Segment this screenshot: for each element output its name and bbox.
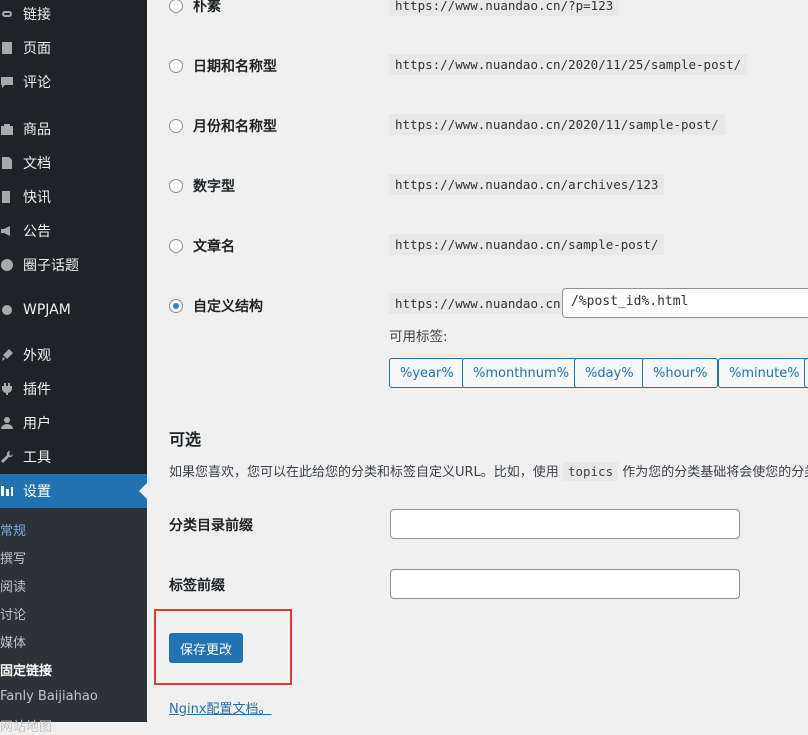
example-url-plain: https://www.nuandao.cn/?p=123 — [389, 0, 620, 16]
submenu-permalinks[interactable]: 固定链接 — [0, 660, 52, 679]
permalink-option-month-name[interactable]: 月份和名称型 — [169, 116, 277, 136]
optional-section-title: 可选 — [169, 430, 202, 449]
sidebar-item-plugins[interactable]: 插件 — [0, 372, 147, 406]
brush-icon — [0, 348, 14, 362]
submenu-sitemap[interactable]: 网站地图 — [0, 716, 52, 735]
custom-structure-prefix: https://www.nuandao.cn — [389, 293, 567, 314]
sidebar-item-shop[interactable]: 商品 — [0, 112, 147, 146]
sidebar-item-pages[interactable]: 页面 — [0, 31, 147, 65]
nginx-docs-link-text[interactable]: Nginx配置文档 — [169, 702, 259, 717]
example-url-month-name: https://www.nuandao.cn/2020/11/sample-po… — [389, 114, 725, 135]
sidebar-item-label: 文档 — [23, 156, 51, 172]
nginx-docs-link[interactable]: Nginx配置文档。 — [169, 698, 272, 717]
doc-icon — [0, 156, 14, 170]
submenu-baijiahao[interactable]: Fanly Baijiahao — [0, 689, 98, 704]
sidebar-item-label: 插件 — [23, 382, 51, 398]
sidebar-item-label: 工具 — [23, 450, 51, 466]
sidebar-item-label: 快讯 — [23, 190, 51, 206]
permalink-option-numeric[interactable]: 数字型 — [169, 176, 235, 196]
sidebar-item-docs[interactable]: 文档 — [0, 146, 147, 180]
option-label: 月份和名称型 — [193, 119, 277, 135]
option-label: 数字型 — [193, 179, 235, 195]
permalink-option-post-name[interactable]: 文章名 — [169, 236, 235, 256]
option-label: 日期和名称型 — [193, 59, 277, 75]
sidebar-item-users[interactable]: 用户 — [0, 406, 147, 440]
tag-button-more[interactable]: % — [804, 358, 808, 388]
tag-button-year[interactable]: %year% — [389, 358, 465, 388]
desc-inline-code: topics — [562, 462, 619, 481]
radio-plain[interactable] — [169, 0, 183, 13]
flash-icon — [0, 190, 14, 204]
tag-button-day[interactable]: %day% — [574, 358, 645, 388]
option-label: 文章名 — [193, 239, 235, 255]
radio-day-name[interactable] — [169, 59, 183, 73]
option-label: 自定义结构 — [193, 299, 263, 315]
sidebar-item-label: 链接 — [23, 7, 51, 23]
sidebar-item-tools[interactable]: 工具 — [0, 440, 147, 474]
category-base-label: 分类目录前缀 — [169, 518, 253, 534]
submenu-general[interactable]: 常规 — [0, 520, 26, 539]
tag-base-input[interactable] — [390, 569, 740, 599]
radio-month-name[interactable] — [169, 119, 183, 133]
plugin-icon — [0, 382, 14, 396]
example-url-post-name: https://www.nuandao.cn/sample-post/ — [389, 234, 665, 255]
sidebar-item-flash[interactable]: 快讯 — [0, 180, 147, 214]
tag-base-label: 标签前缀 — [169, 578, 225, 594]
submenu-reading[interactable]: 阅读 — [0, 576, 26, 595]
sidebar-item-circles[interactable]: 圈子话题 — [0, 248, 147, 282]
available-tags-label: 可用标签: — [389, 329, 448, 345]
example-url-numeric: https://www.nuandao.cn/archives/123 — [389, 174, 665, 195]
radio-custom[interactable] — [169, 299, 183, 313]
sidebar-item-label: WPJAM — [23, 302, 71, 318]
sidebar-item-settings[interactable]: 设置 — [0, 474, 147, 508]
sidebar-item-label: 评论 — [23, 75, 51, 91]
sidebar-item-appearance[interactable]: 外观 — [0, 338, 147, 372]
permalink-option-custom[interactable]: 自定义结构 — [169, 296, 263, 316]
example-url-day-name: https://www.nuandao.cn/2020/11/25/sample… — [389, 54, 748, 75]
active-arrow — [139, 483, 147, 499]
category-base-input[interactable] — [390, 509, 740, 539]
option-label: 朴素 — [193, 0, 221, 15]
group-icon — [0, 258, 14, 272]
radio-post-name[interactable] — [169, 239, 183, 253]
desc-text-before: 如果您喜欢，您可以在此给您的分类和标签自定义URL。比如，使用 — [169, 465, 559, 480]
submenu-discussion[interactable]: 讨论 — [0, 604, 26, 623]
admin-sidebar: 链接 页面 评论 商品 文档 快讯 公告 圈子话题 WPJAM 外观 插件 用户… — [0, 0, 147, 735]
footer-period: 。 — [258, 702, 272, 717]
sidebar-item-label: 页面 — [23, 41, 51, 57]
tag-button-minute[interactable]: %minute% — [718, 358, 808, 388]
link-icon — [0, 7, 14, 21]
user-icon — [0, 416, 14, 430]
shop-icon — [0, 122, 14, 136]
sidebar-item-label: 圈子话题 — [23, 258, 79, 274]
settings-submenu: 常规 撰写 阅读 讨论 媒体 固定链接 Fanly Baijiahao 网站地图 — [0, 508, 147, 735]
megaphone-icon — [0, 224, 14, 238]
sidebar-item-label: 商品 — [23, 122, 51, 138]
tag-button-monthnum[interactable]: %monthnum% — [462, 358, 581, 388]
sidebar-item-label: 公告 — [23, 224, 51, 240]
permalink-settings-content: 朴素 https://www.nuandao.cn/?p=123 日期和名称型 … — [147, 0, 808, 722]
sidebar-item-comments[interactable]: 评论 — [0, 65, 147, 99]
settings-icon — [0, 484, 14, 498]
wrench-icon — [0, 450, 14, 464]
sidebar-item-notice[interactable]: 公告 — [0, 214, 147, 248]
sidebar-item-label: 用户 — [23, 416, 51, 432]
custom-structure-input[interactable]: /%post_id%.html — [562, 288, 808, 318]
save-changes-button[interactable]: 保存更改 — [169, 633, 243, 663]
optional-section-description: 如果您喜欢，您可以在此给您的分类和标签自定义URL。比如，使用 topics 作… — [169, 461, 808, 481]
submenu-media[interactable]: 媒体 — [0, 632, 26, 651]
permalink-option-plain[interactable]: 朴素 — [169, 0, 221, 16]
page-icon — [0, 41, 14, 55]
wpjam-icon — [0, 303, 14, 317]
desc-text-after: 作为您的分类基础将会使您的分类 — [622, 465, 808, 480]
submenu-writing[interactable]: 撰写 — [0, 548, 26, 567]
radio-numeric[interactable] — [169, 179, 183, 193]
comment-icon — [0, 75, 14, 89]
tag-button-hour[interactable]: %hour% — [642, 358, 719, 388]
sidebar-item-label: 设置 — [23, 484, 51, 500]
sidebar-item-links[interactable]: 链接 — [0, 0, 147, 31]
permalink-option-day-name[interactable]: 日期和名称型 — [169, 56, 277, 76]
sidebar-item-wpjam[interactable]: WPJAM — [0, 293, 147, 327]
sidebar-item-label: 外观 — [23, 348, 51, 364]
